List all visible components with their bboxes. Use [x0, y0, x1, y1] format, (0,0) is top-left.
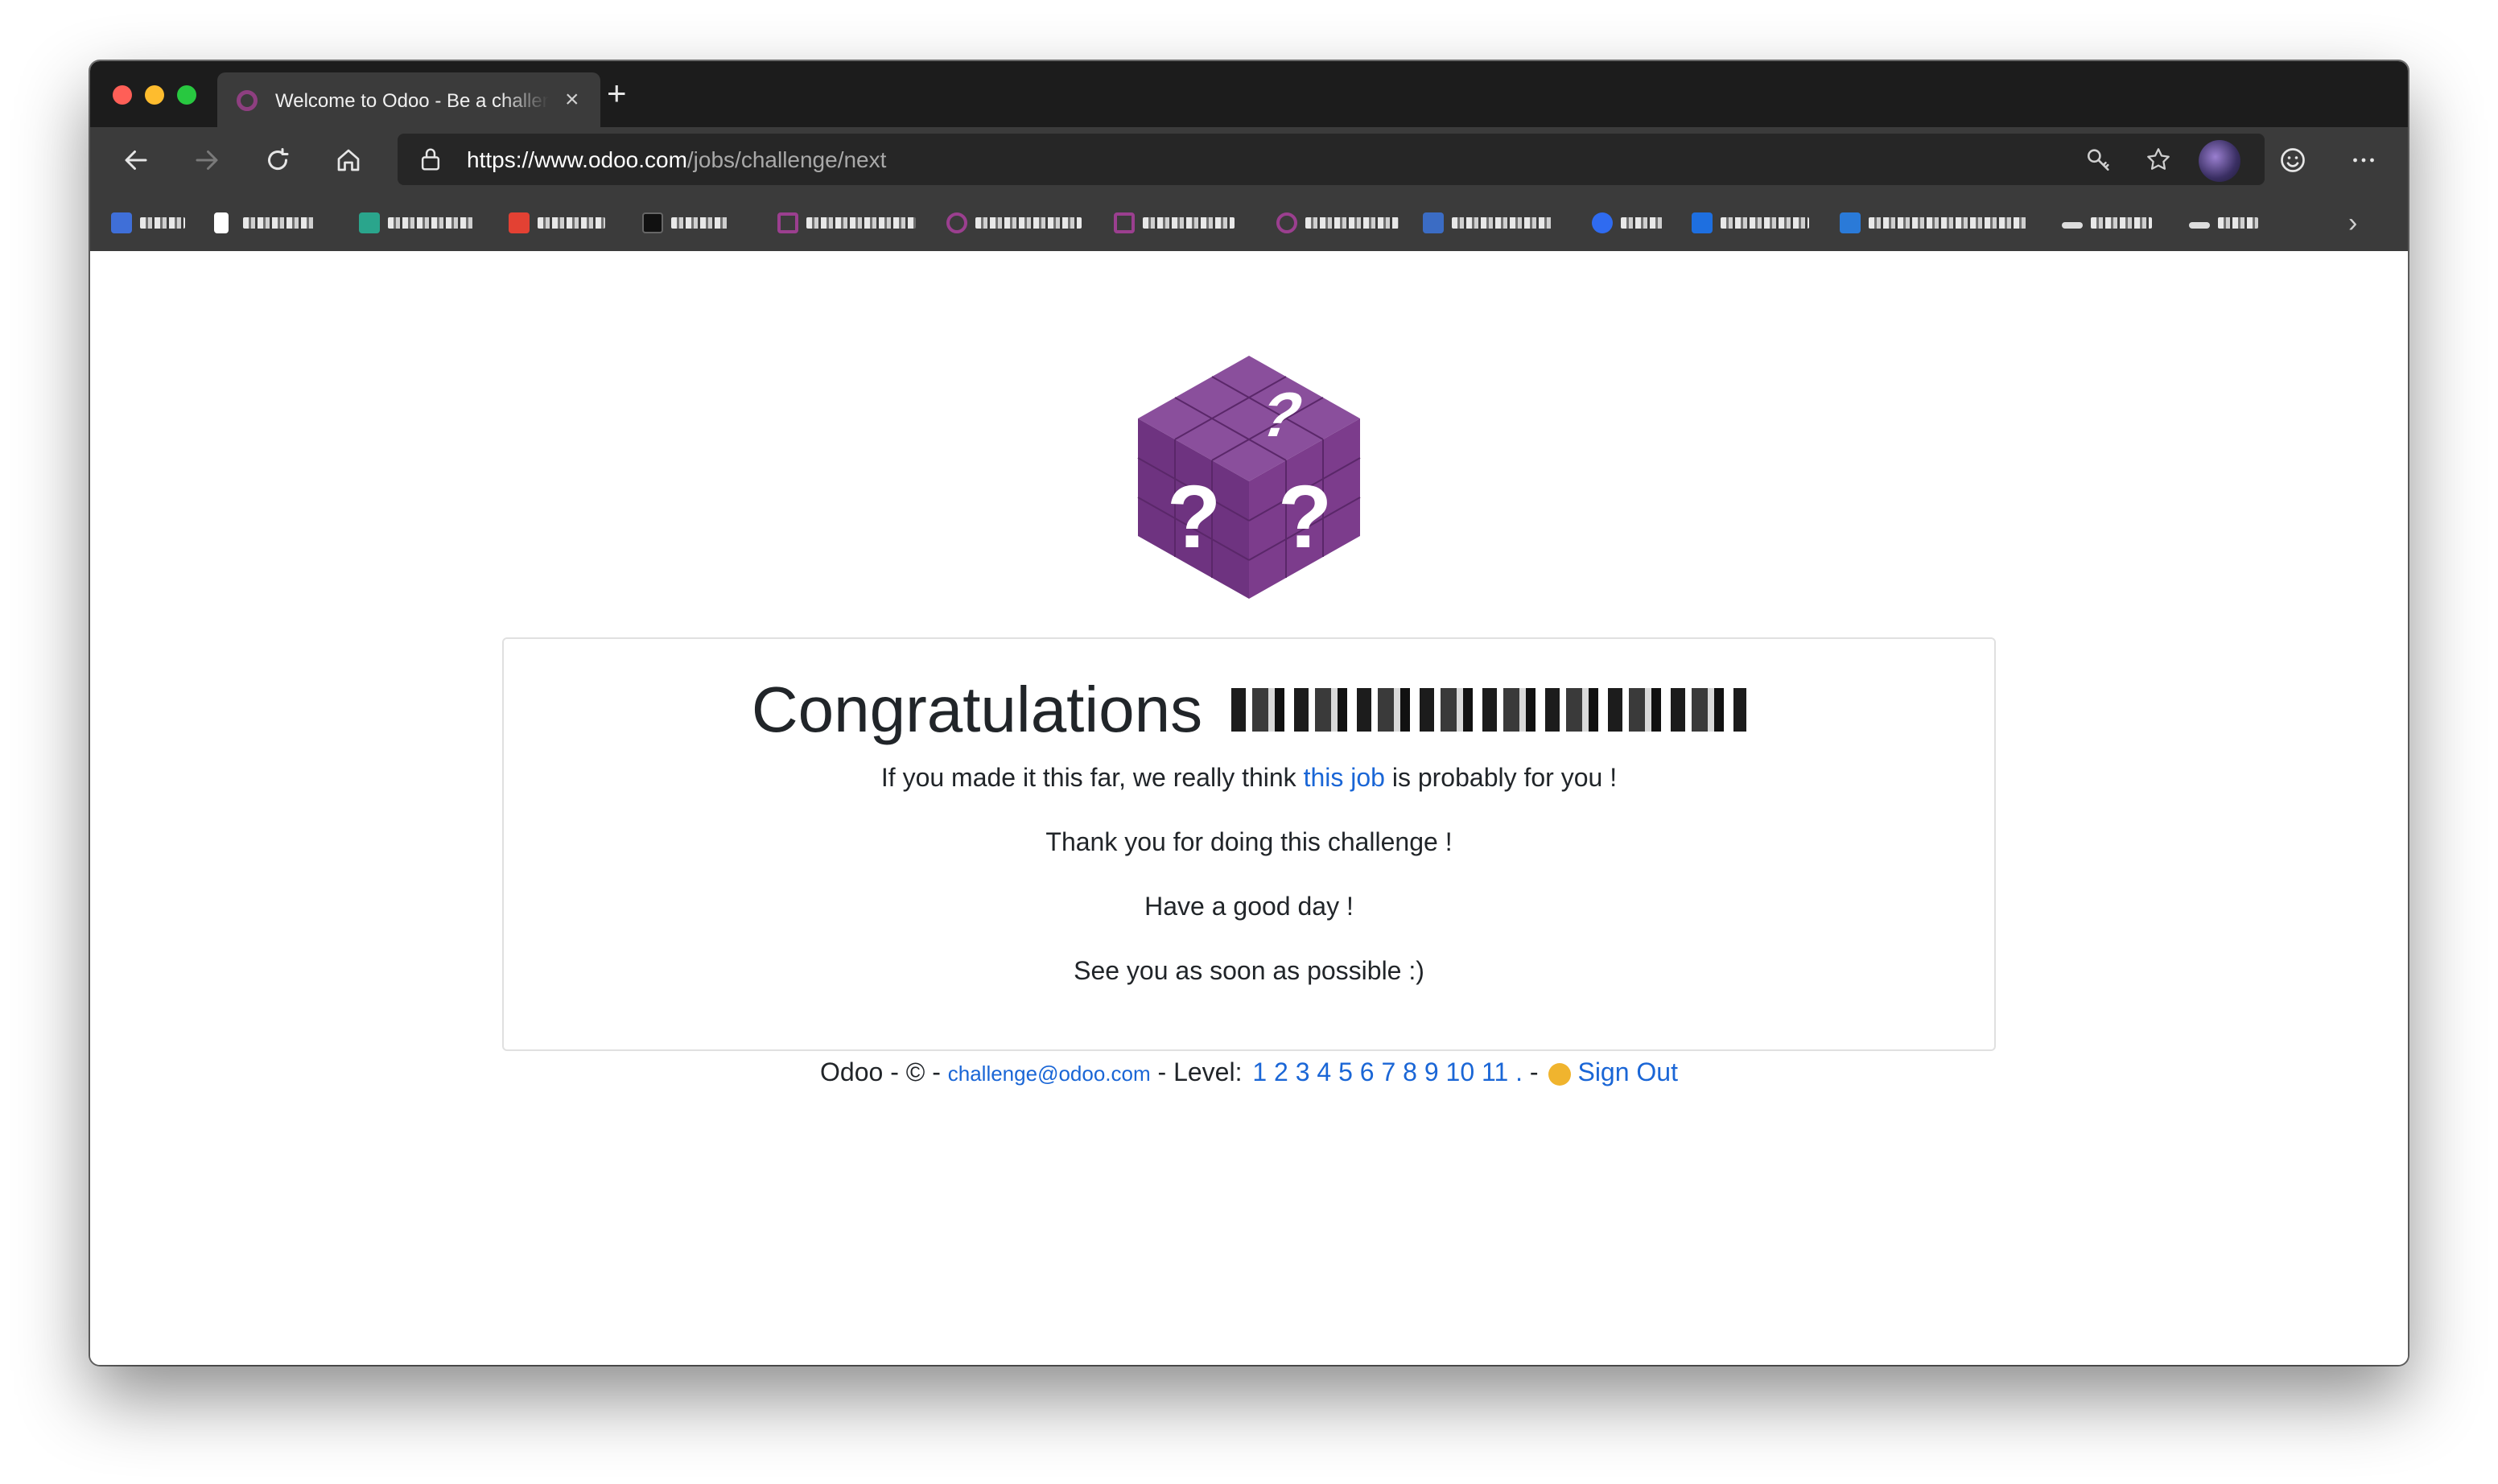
new-tab-button[interactable]: + [607, 72, 627, 114]
see-you-message: See you as soon as possible :) [1074, 956, 1424, 985]
page-heading: Congratulations [504, 671, 1994, 752]
bookmark-icon [642, 212, 663, 233]
level-link-4[interactable]: 4 [1317, 1057, 1331, 1086]
level-link-next[interactable]: . [1515, 1057, 1523, 1086]
tab-close-button[interactable]: × [565, 85, 579, 114]
thank-you-message: Thank you for doing this challenge ! [1045, 827, 1453, 856]
congratulations-card: Congratulations If you made it this far,… [502, 637, 1996, 1051]
tab-title: Welcome to Odoo - Be a challenger! [275, 90, 549, 112]
level-link-9[interactable]: 9 [1424, 1057, 1439, 1086]
level-link-7[interactable]: 7 [1381, 1057, 1395, 1086]
page-footer: Odoo - © - challenge@odoo.com - Level: 1… [90, 1056, 2408, 1090]
bookmark-icon [1692, 212, 1713, 233]
back-button[interactable] [116, 140, 156, 180]
contact-email-link[interactable]: challenge@odoo.com [948, 1061, 1151, 1086]
heading-text: Congratulations [751, 674, 1203, 745]
bookmarks-bar: › [90, 193, 2408, 252]
good-day-message: Have a good day ! [1144, 892, 1354, 921]
window-close-button[interactable] [113, 85, 132, 105]
arrow-right-icon [196, 150, 218, 170]
bookmark-icon [214, 212, 229, 233]
cube-symbol-left: ? [1167, 468, 1221, 567]
level-link-6[interactable]: 6 [1360, 1057, 1375, 1086]
bookmark-icon [1114, 212, 1135, 233]
bookmark-icon [1840, 212, 1861, 233]
url-path: /jobs/challenge/next [686, 147, 887, 172]
level-link-11[interactable]: 11 [1482, 1057, 1508, 1086]
star-icon [2147, 148, 2170, 170]
job-message: If you made it this far, we really think… [504, 761, 1994, 794]
address-bar[interactable]: https://www.odoo.com/jobs/challenge/next [398, 134, 2265, 185]
url-host: https://www.odoo.com [467, 147, 687, 172]
tab-strip: Welcome to Odoo - Be a challenger! × + [90, 61, 2408, 127]
browser-window: Welcome to Odoo - Be a challenger! × + h… [90, 61, 2408, 1365]
bookmark-icon [2189, 222, 2210, 229]
feedback-button[interactable] [2273, 140, 2313, 180]
level-link-3[interactable]: 3 [1296, 1057, 1310, 1086]
browser-toolbar: https://www.odoo.com/jobs/challenge/next [90, 127, 2408, 193]
bookmark-icon [1276, 212, 1297, 233]
level-link-5[interactable]: 5 [1338, 1057, 1353, 1086]
bookmark-icon [1592, 212, 1613, 233]
bookmark-icon [509, 212, 530, 233]
this-job-link[interactable]: this job [1304, 763, 1385, 792]
footer-prefix: Odoo - © - [820, 1057, 948, 1086]
job-message-after: is probably for you ! [1384, 763, 1618, 792]
level-label: - Level: [1150, 1057, 1250, 1086]
angry-face-icon [1548, 1063, 1572, 1086]
bookmark-icon [946, 212, 967, 233]
profile-avatar[interactable] [2199, 140, 2240, 182]
reload-icon [268, 148, 289, 171]
footer-separator: - [1523, 1057, 1546, 1086]
bookmark-icon [1423, 212, 1444, 233]
question-cube-icon: ? ? ? [1137, 356, 1361, 599]
bookmark-icon [111, 212, 132, 233]
key-icon [2087, 149, 2109, 171]
home-button[interactable] [328, 140, 369, 180]
bookmarks-overflow-button[interactable]: › [2348, 208, 2357, 239]
lock-icon [421, 148, 440, 171]
settings-menu-button[interactable] [2343, 140, 2384, 180]
redacted-username [1231, 688, 1747, 732]
arrow-left-icon [125, 150, 147, 170]
job-message-before: If you made it this far, we really think [880, 763, 1304, 792]
window-minimize-button[interactable] [145, 85, 164, 105]
window-maximize-button[interactable] [177, 85, 196, 105]
bookmark-icon [777, 212, 798, 233]
bookmark-icon [359, 212, 380, 233]
key-button[interactable] [2083, 143, 2115, 175]
home-icon [337, 149, 360, 171]
favorite-button[interactable] [2142, 143, 2174, 175]
sign-out-link[interactable]: Sign Out [1577, 1057, 1678, 1086]
cube-symbol-right: ? [1278, 468, 1332, 567]
level-link-1[interactable]: 1 [1252, 1057, 1267, 1086]
odoo-favicon-icon [237, 90, 258, 111]
level-link-10[interactable]: 10 [1446, 1057, 1475, 1086]
forward-button[interactable] [187, 140, 227, 180]
page-content: ? ? ? Congratulations If you made it thi… [90, 251, 2408, 1365]
bookmark-icon [2062, 222, 2083, 229]
level-link-8[interactable]: 8 [1403, 1057, 1417, 1086]
url-text: https://www.odoo.com/jobs/challenge/next [467, 146, 886, 174]
smiley-icon [2281, 148, 2305, 172]
tab-odoo-challenge[interactable]: Welcome to Odoo - Be a challenger! × [217, 72, 600, 127]
level-link-2[interactable]: 2 [1274, 1057, 1288, 1086]
reload-button[interactable] [258, 140, 298, 180]
more-icon [2353, 158, 2374, 163]
